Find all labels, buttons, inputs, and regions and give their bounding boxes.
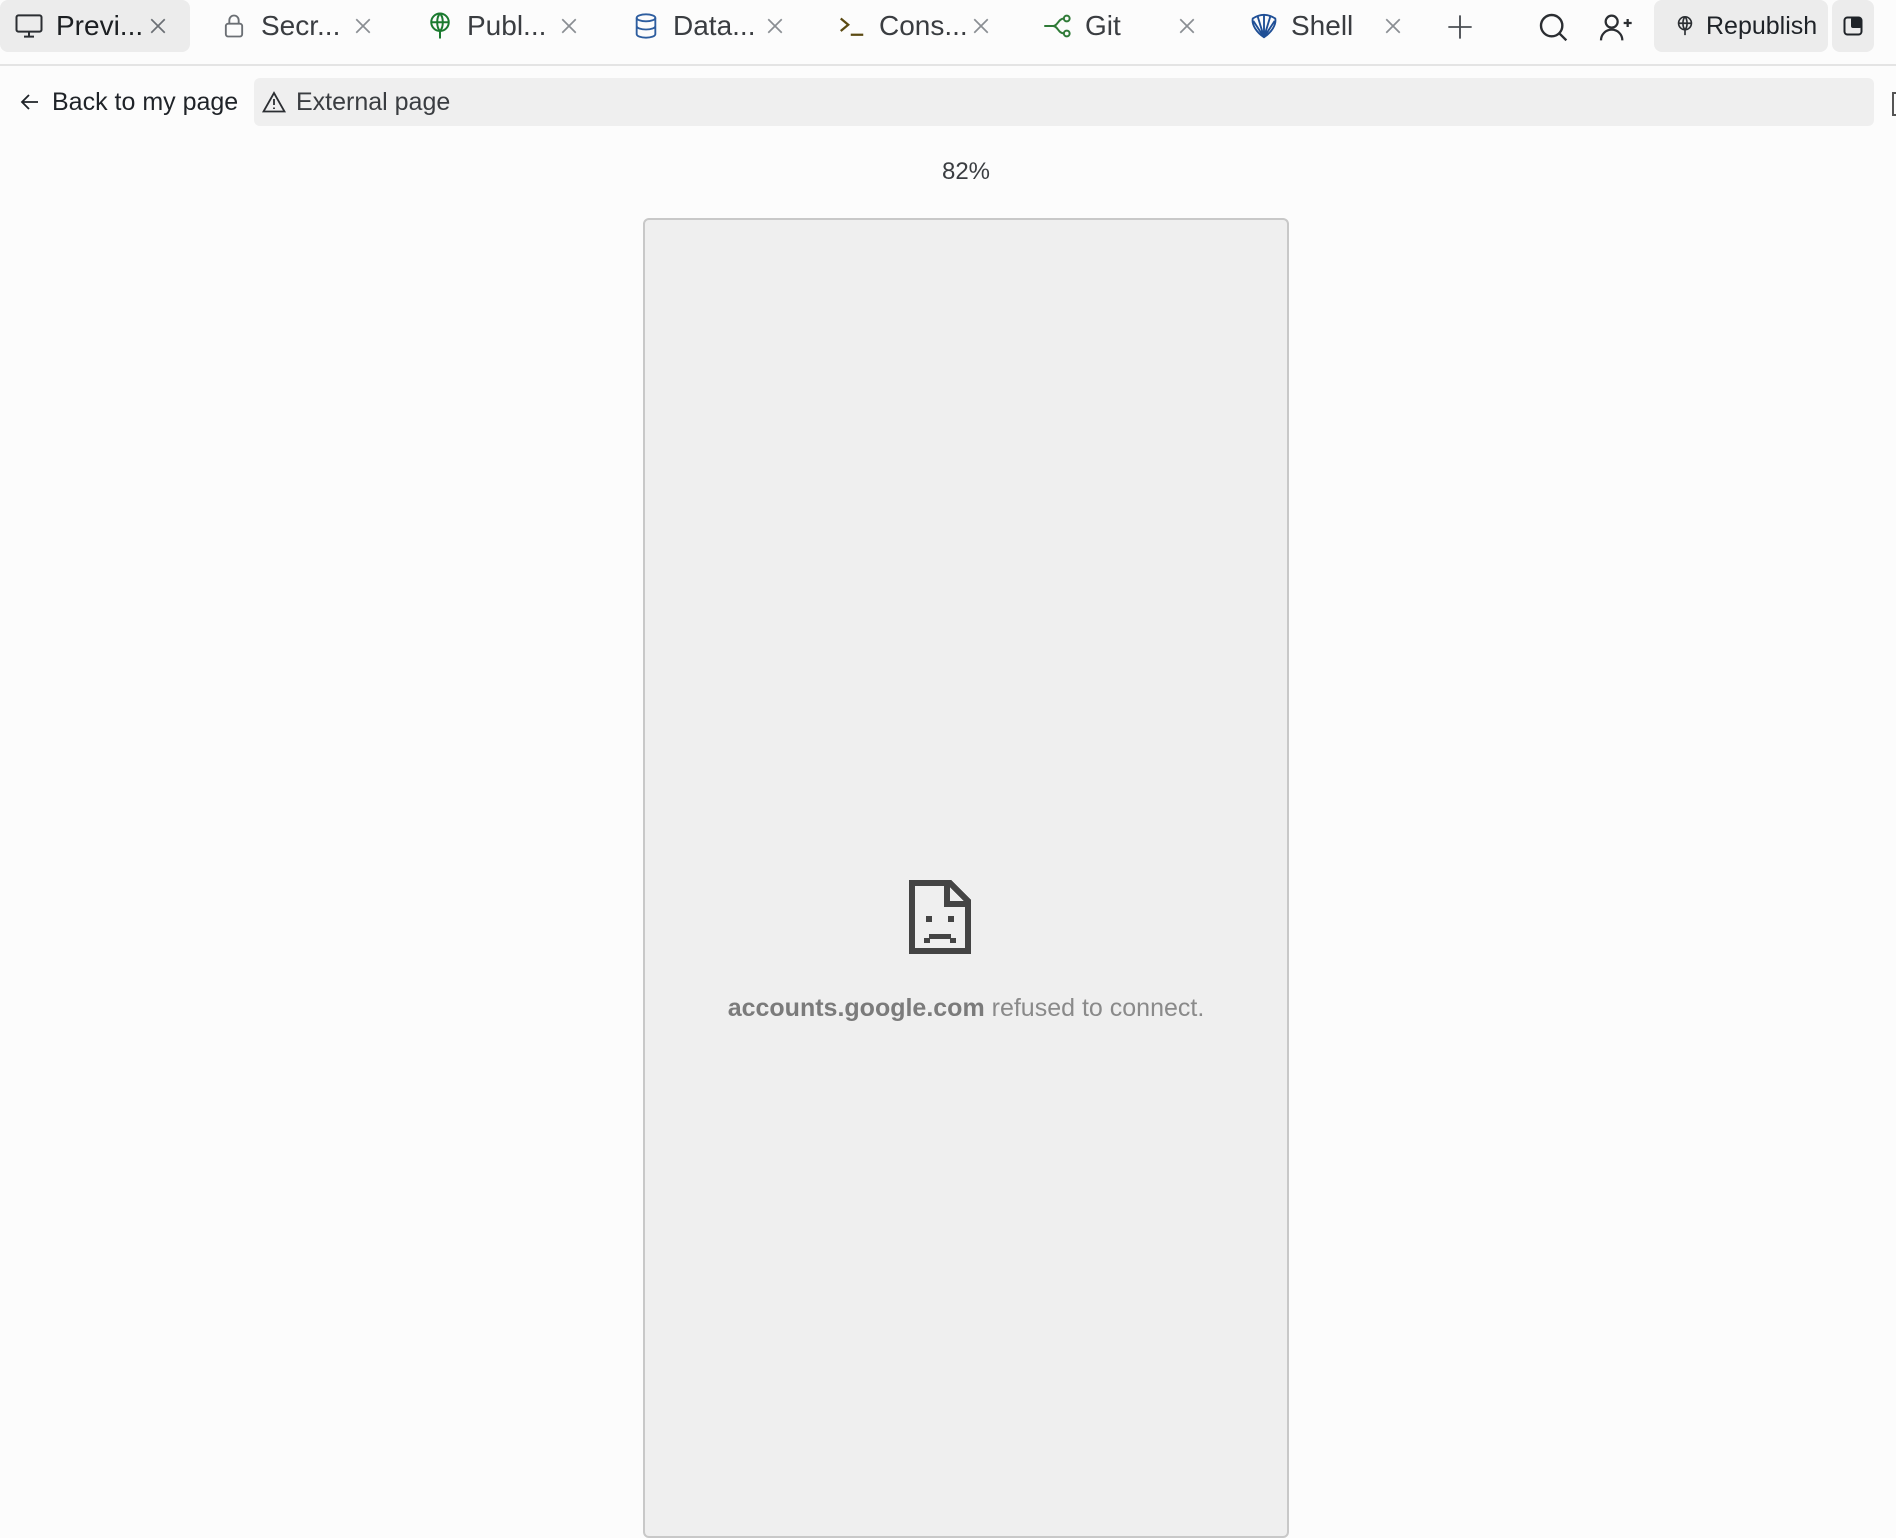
clipped-icon — [1892, 92, 1896, 116]
warning-icon — [262, 91, 286, 113]
preview-frame[interactable]: accounts.google.com refused to connect. — [643, 218, 1289, 1538]
shell-icon — [1247, 9, 1281, 43]
tab-preview[interactable]: Previ... — [0, 0, 190, 52]
panel-toggle-button[interactable] — [1832, 0, 1874, 52]
back-label: Back to my page — [52, 87, 239, 116]
back-to-my-page-link[interactable]: Back to my page — [20, 82, 238, 122]
tab-label: Secr... — [261, 10, 341, 41]
tab-label: Previ... — [56, 10, 144, 41]
error-host: accounts.google.com — [727, 994, 985, 1022]
lock-icon — [217, 9, 251, 43]
panel-toggle-icon — [1843, 16, 1863, 36]
arrow-left-icon — [20, 92, 40, 112]
tab-git[interactable]: Git — [1029, 0, 1219, 52]
tab-console[interactable]: Cons... — [823, 0, 1013, 52]
globe-icon — [1674, 14, 1696, 38]
close-icon[interactable] — [1377, 10, 1409, 42]
url-text: External page — [296, 87, 451, 116]
git-branch-icon — [1041, 9, 1075, 43]
close-icon[interactable] — [759, 10, 791, 42]
terminal-icon — [835, 9, 869, 43]
globe-icon — [423, 9, 457, 43]
database-icon — [629, 9, 663, 43]
close-icon[interactable] — [142, 10, 174, 42]
tab-bar: Previ... Secr... Publ... Data... Cons...… — [0, 0, 1896, 66]
search-icon — [1537, 11, 1569, 43]
search-button[interactable] — [1529, 6, 1577, 48]
tab-secrets[interactable]: Secr... — [205, 0, 395, 52]
monitor-icon — [12, 9, 46, 43]
close-icon[interactable] — [553, 10, 585, 42]
republish-button[interactable]: Republish — [1654, 0, 1828, 52]
tab-label: Data... — [673, 10, 756, 41]
zoom-level: 82% — [941, 158, 991, 185]
plus-icon — [1446, 13, 1474, 41]
close-icon[interactable] — [1171, 10, 1203, 42]
tab-label: Shell — [1291, 10, 1354, 41]
close-icon[interactable] — [965, 10, 997, 42]
error-suffix: refused to connect. — [984, 994, 1205, 1022]
tab-label: Publ... — [467, 10, 547, 41]
sad-page-icon — [909, 880, 971, 954]
url-bar[interactable]: External page — [254, 78, 1874, 126]
tab-shell[interactable]: Shell — [1235, 0, 1425, 52]
add-user-icon — [1599, 11, 1635, 43]
error-message: accounts.google.com refused to connect. — [645, 994, 1287, 1023]
tab-label: Git — [1085, 10, 1121, 41]
republish-label: Republish — [1706, 11, 1818, 40]
tab-database[interactable]: Data... — [617, 0, 807, 52]
tab-publishing[interactable]: Publ... — [411, 0, 601, 52]
add-tab-button[interactable] — [1436, 6, 1484, 48]
close-icon[interactable] — [347, 10, 379, 42]
tab-label: Cons... — [879, 10, 968, 41]
invite-user-button[interactable] — [1593, 6, 1641, 48]
